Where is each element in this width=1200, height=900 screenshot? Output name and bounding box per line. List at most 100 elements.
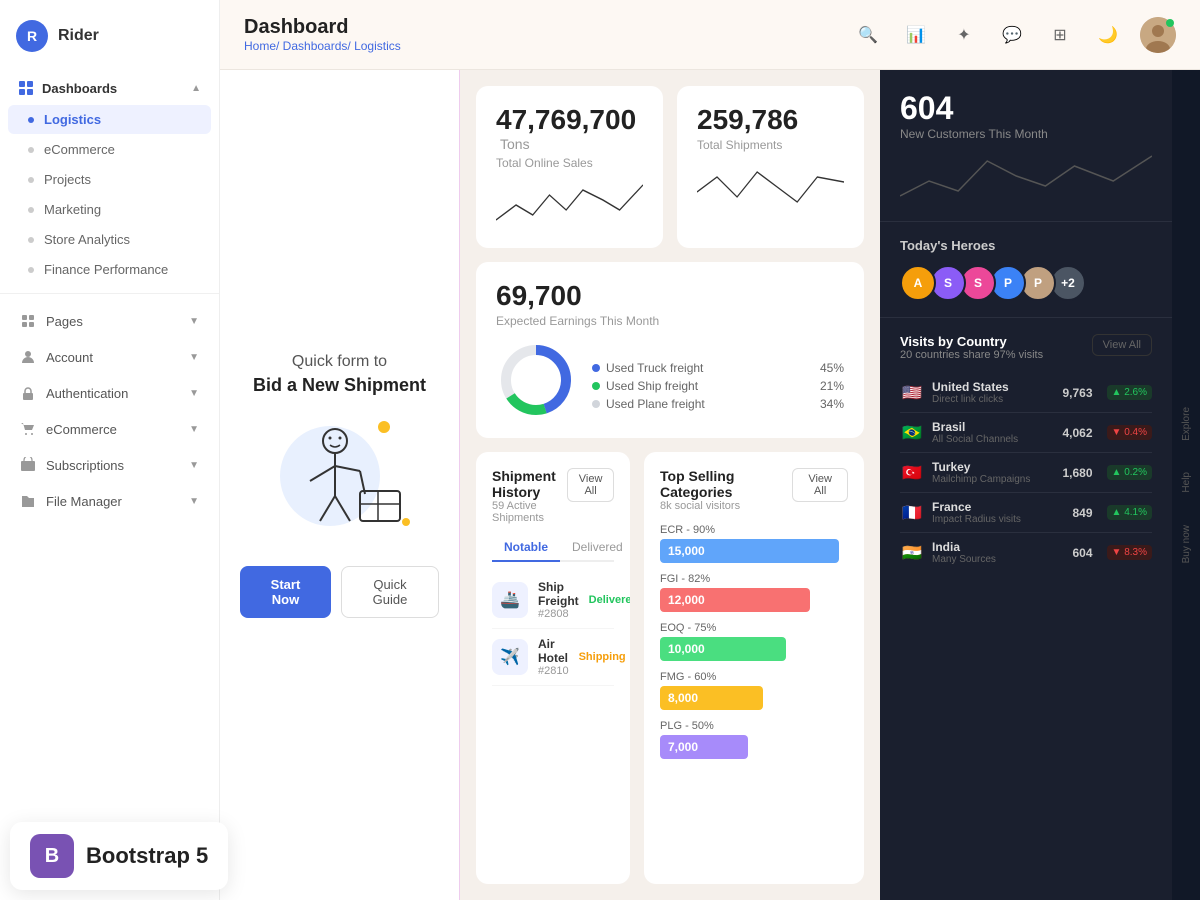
bootstrap-text: Bootstrap 5: [86, 843, 208, 869]
right-main: 604 New Customers This Month Today's Her…: [880, 70, 1172, 900]
chat-icon[interactable]: 💬: [996, 19, 1028, 51]
logo[interactable]: R Rider: [0, 0, 219, 72]
hero-avatar-1: A: [900, 265, 936, 301]
tab-notable[interactable]: Notable: [492, 534, 560, 562]
sidebar-item-file-manager[interactable]: File Manager ▼: [8, 484, 211, 518]
sidebar-item-ecommerce[interactable]: eCommerce: [8, 135, 211, 164]
sidebar-item-store-analytics[interactable]: Store Analytics: [8, 225, 211, 254]
account-icon: [20, 349, 36, 365]
turkey-source: Mailchimp Campaigns: [932, 474, 1055, 485]
sidebar-item-account[interactable]: Account ▼: [8, 340, 211, 374]
sidebar-item-authentication[interactable]: Authentication ▼: [8, 376, 211, 410]
customers-number: 604: [900, 90, 1152, 127]
shipment-item-1: 🚢 Ship Freight #2808 Delivered: [492, 572, 614, 629]
active-dot: [28, 117, 34, 123]
turkey-visits: 1,680: [1063, 466, 1093, 480]
bars-container: ECR - 90% 15,000 FGI - 82% 12,000: [660, 524, 848, 759]
selling-title: Top Selling Categories: [660, 468, 792, 500]
india-change: ▼ 8.3%: [1107, 545, 1152, 560]
ship-id-1: #2808: [538, 608, 579, 620]
shipment-title: Shipment History: [492, 468, 567, 500]
sidebar-item-subscriptions[interactable]: Subscriptions ▼: [8, 448, 211, 482]
dot: [28, 177, 34, 183]
flag-turkey: 🇹🇷: [900, 464, 924, 482]
total-shipments-card: 259,786 Total Shipments: [677, 86, 864, 248]
dashboards-section: Dashboards ▲ Logistics eCommerce Project…: [0, 72, 219, 285]
usa-visits: 9,763: [1063, 386, 1093, 400]
visits-section: Visits by Country 20 countries share 97%…: [880, 318, 1172, 900]
promo-title: Quick form to: [292, 353, 387, 371]
grid-view-icon[interactable]: ⊞: [1044, 19, 1076, 51]
bar-plg: PLG - 50% 7,000: [660, 720, 848, 759]
middle-panel: 47,769,700 Tons Total Online Sales 259,7…: [460, 70, 880, 900]
shipment-history-card: Shipment History 59 Active Shipments Vie…: [476, 452, 630, 884]
total-shipments-number: 259,786: [697, 104, 798, 135]
visits-view-all[interactable]: View All: [1092, 334, 1152, 356]
ship-dot: [592, 382, 600, 390]
sidebar-item-pages[interactable]: Pages ▼: [8, 304, 211, 338]
chevron-icon: ▼: [189, 496, 199, 507]
india-source: Many Sources: [932, 554, 1065, 565]
dashboards-label: Dashboards: [18, 80, 117, 96]
sidebar-nav: Pages ▼ Account ▼ Authentication ▼ eComm…: [0, 302, 219, 520]
chevron-icon: ▼: [189, 424, 199, 435]
sales-chart: [496, 180, 643, 230]
usa-source: Direct link clicks: [932, 394, 1055, 405]
country-brasil: 🇧🇷 Brasil All Social Channels 4,062 ▼ 0.…: [900, 413, 1152, 453]
sidebar: R Rider Dashboards ▲ Logistics eCommerce: [0, 0, 220, 900]
start-now-button[interactable]: Start Now: [240, 566, 331, 618]
ship-id-2: #2810: [538, 665, 569, 677]
chevron-icon: ▼: [189, 388, 199, 399]
plane-dot: [592, 400, 600, 408]
header-left: Dashboard Home/ Dashboards/ Logistics: [244, 16, 401, 53]
india-visits: 604: [1073, 546, 1093, 560]
help-tab[interactable]: Help: [1179, 464, 1194, 501]
brasil-change: ▼ 0.4%: [1107, 425, 1152, 440]
theme-icon[interactable]: 🌙: [1092, 19, 1124, 51]
explore-tab[interactable]: Explore: [1179, 399, 1194, 449]
flag-india: 🇮🇳: [900, 544, 924, 562]
breadcrumb: Home/ Dashboards/ Logistics: [244, 39, 401, 53]
pages-icon: [20, 313, 36, 329]
promo-panel: Quick form to Bid a New Shipment: [220, 70, 460, 900]
donut-chart: [496, 340, 576, 420]
logo-icon: R: [16, 20, 48, 52]
chevron-up-icon: ▲: [191, 83, 201, 94]
freight-legend: Used Truck freight 45% Used Ship freight…: [592, 361, 844, 411]
shipment-tabs: Notable Delivered Shipping: [492, 534, 614, 562]
stats-row-top: 47,769,700 Tons Total Online Sales 259,7…: [476, 86, 864, 248]
sidebar-item-finance[interactable]: Finance Performance: [8, 255, 211, 284]
turkey-name: Turkey: [932, 460, 1055, 474]
sidebar-item-logistics[interactable]: Logistics: [8, 105, 211, 134]
content-area: Quick form to Bid a New Shipment: [220, 70, 1200, 900]
shipment-view-all[interactable]: View All: [567, 468, 614, 502]
right-content: 604 New Customers This Month Today's Her…: [880, 70, 1200, 900]
dot: [28, 207, 34, 213]
search-icon[interactable]: 🔍: [852, 19, 884, 51]
earnings-label: Expected Earnings This Month: [496, 314, 844, 328]
selling-subtitle: 8k social visitors: [660, 500, 792, 512]
selling-view-all[interactable]: View All: [792, 468, 848, 502]
chevron-icon: ▼: [189, 460, 199, 471]
brasil-name: Brasil: [932, 420, 1055, 434]
dashboards-header[interactable]: Dashboards ▲: [8, 72, 211, 104]
sidebar-item-projects[interactable]: Projects: [8, 165, 211, 194]
country-turkey: 🇹🇷 Turkey Mailchimp Campaigns 1,680 ▲ 0.…: [900, 453, 1152, 493]
india-name: India: [932, 540, 1065, 554]
sidebar-item-ecommerce-nav[interactable]: eCommerce ▼: [8, 412, 211, 446]
buy-now-tab[interactable]: Buy now: [1179, 517, 1194, 571]
chevron-icon: ▼: [189, 352, 199, 363]
tab-delivered[interactable]: Delivered: [560, 534, 630, 562]
heroes-title: Today's Heroes: [900, 238, 1152, 253]
chart-icon[interactable]: 📊: [900, 19, 932, 51]
settings-icon[interactable]: ✦: [948, 19, 980, 51]
country-usa: 🇺🇸 United States Direct link clicks 9,76…: [900, 373, 1152, 413]
avatar-wrapper[interactable]: [1140, 17, 1176, 53]
quick-guide-button[interactable]: Quick Guide: [341, 566, 439, 618]
france-visits: 849: [1073, 506, 1093, 520]
promo-subtitle: Bid a New Shipment: [253, 375, 426, 396]
total-sales-unit: Tons: [500, 136, 530, 152]
ship-icon-2: ✈️: [492, 639, 528, 675]
sidebar-item-marketing[interactable]: Marketing: [8, 195, 211, 224]
flag-france: 🇫🇷: [900, 504, 924, 522]
